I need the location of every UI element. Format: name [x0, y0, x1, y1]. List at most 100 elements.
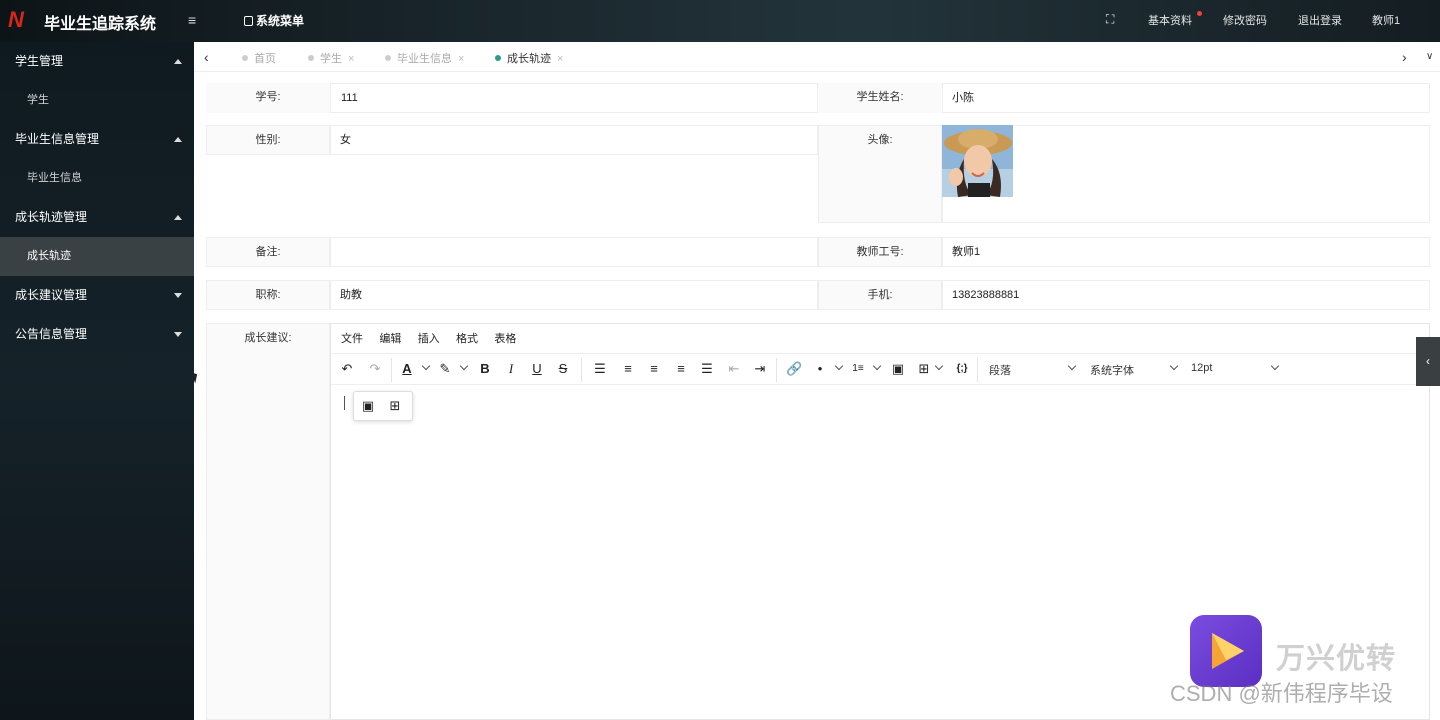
logout-link[interactable]: 退出登录 [1298, 12, 1342, 28]
link-icon[interactable]: 🔗 [786, 361, 802, 377]
sidebar-group-growth[interactable]: 成长轨迹管理 [0, 198, 194, 237]
tab-dot [242, 55, 248, 61]
code-sample-icon[interactable]: {;} [954, 361, 970, 377]
sidebar-group-student[interactable]: 学生管理 [0, 42, 194, 81]
teacher-no-field[interactable]: 教师1 [942, 237, 1430, 267]
chevron-down-icon[interactable] [421, 361, 431, 371]
table-icon[interactable]: ⊞ [916, 361, 932, 377]
editor-menu-format[interactable]: 格式 [456, 324, 478, 354]
image-icon[interactable]: ▣ [360, 398, 376, 414]
toolbar-divider [776, 358, 777, 382]
student-name-label: 学生姓名: [818, 83, 942, 113]
sidebar-group-label: 成长轨迹管理 [15, 210, 88, 224]
editor-menu-table[interactable]: 表格 [494, 324, 516, 354]
sidebar-group-notice[interactable]: 公告信息管理 [0, 315, 194, 354]
user-card-icon [244, 16, 253, 26]
redo-icon[interactable]: ↷ [367, 361, 383, 377]
system-menu-button[interactable]: 系统菜单 [244, 12, 304, 29]
indent-icon[interactable]: ⇥ [752, 361, 768, 377]
tab-bar: ‹ 首页 学生 × 毕业生信息 × 成长轨迹 × › ∨ [194, 42, 1440, 72]
phone-label: 手机: [818, 280, 942, 310]
align-center-icon[interactable]: ≡ [646, 361, 662, 377]
app-logo: N [8, 7, 24, 32]
strikethrough-icon[interactable]: S [555, 361, 571, 377]
numbered-list-icon[interactable]: 1≡ [850, 361, 866, 377]
avatar-cell [942, 125, 1430, 223]
caret-up-icon [174, 137, 182, 142]
avatar-image[interactable] [942, 125, 1013, 197]
student-no-field[interactable]: 111 [330, 83, 818, 113]
text-color-icon[interactable]: A [399, 361, 415, 377]
remark-label: 备注: [206, 237, 330, 267]
title-field[interactable]: 助教 [330, 280, 818, 310]
sidebar-group-suggestion[interactable]: 成长建议管理 [0, 276, 194, 315]
tab-student[interactable]: 学生 × [308, 50, 354, 66]
chevron-down-icon[interactable] [1270, 361, 1280, 371]
table-icon[interactable]: ⊞ [387, 398, 403, 414]
editor-toolbar: ↶ ↷ A ✎ B I U S ☰ ≡ ≡ ≡ ☰ ⇤ ⇥ 🔗 • 1≡ ▣ ⊞… [331, 354, 1429, 385]
gender-field[interactable]: 女 [330, 125, 818, 155]
line-height-icon[interactable]: ☰ [592, 361, 608, 377]
sidebar-item-growth-track[interactable]: 成长轨迹 [0, 237, 194, 276]
chevron-down-icon[interactable] [834, 361, 844, 371]
change-password-link[interactable]: 修改密码 [1223, 12, 1267, 28]
sidebar-item-graduate-info[interactable]: 毕业生信息 [0, 159, 194, 198]
editor-menu-edit[interactable]: 编辑 [379, 324, 401, 354]
student-no-label: 学号: [206, 83, 330, 113]
tab-home[interactable]: 首页 [242, 50, 276, 66]
gender-label: 性别: [206, 125, 330, 155]
tab-growth-track[interactable]: 成长轨迹 × [495, 50, 563, 66]
image-icon[interactable]: ▣ [890, 361, 906, 377]
editor-menu-insert[interactable]: 插入 [418, 324, 440, 354]
remark-field[interactable] [330, 237, 818, 267]
font-family-select[interactable]: 系统字体 [1090, 362, 1134, 378]
align-right-icon[interactable]: ≡ [673, 361, 689, 377]
bold-icon[interactable]: B [477, 361, 493, 377]
tab-label: 毕业生信息 [397, 53, 452, 65]
highlight-color-icon[interactable]: ✎ [437, 361, 453, 377]
chevron-left-icon: ‹ [1426, 354, 1430, 368]
block-format-select[interactable]: 段落 [989, 362, 1011, 378]
align-justify-icon[interactable]: ☰ [699, 361, 715, 377]
bullet-list-icon[interactable]: • [812, 361, 828, 377]
teacher-no-label: 教师工号: [818, 237, 942, 267]
caret-up-icon [174, 215, 182, 220]
chevron-down-icon[interactable] [1169, 361, 1179, 371]
system-menu-label: 系统菜单 [256, 14, 305, 28]
underline-icon[interactable]: U [529, 361, 545, 377]
undo-icon[interactable]: ↶ [339, 361, 355, 377]
sidebar-group-label: 毕业生信息管理 [15, 132, 100, 146]
sidebar-group-graduate[interactable]: 毕业生信息管理 [0, 120, 194, 159]
tab-graduate-info[interactable]: 毕业生信息 × [385, 50, 464, 66]
tab-scroll-right-icon[interactable]: › [1402, 49, 1407, 65]
toolbar-divider [977, 358, 978, 382]
toolbar-divider [581, 358, 582, 382]
tab-scroll-left-icon[interactable]: ‹ [204, 49, 209, 65]
phone-field[interactable]: 13823888881 [942, 280, 1430, 310]
chevron-down-icon[interactable] [1067, 361, 1077, 371]
align-left-icon[interactable]: ≡ [620, 361, 636, 377]
chevron-down-icon[interactable] [872, 361, 882, 371]
tab-dot [385, 55, 391, 61]
chevron-down-icon[interactable] [934, 361, 944, 371]
current-user[interactable]: 教师1 [1372, 12, 1400, 28]
close-icon[interactable]: × [348, 53, 354, 65]
italic-icon[interactable]: I [503, 361, 519, 377]
outdent-icon[interactable]: ⇤ [726, 361, 742, 377]
editor-menu-file[interactable]: 文件 [341, 324, 363, 354]
side-panel-toggle[interactable]: ‹ [1416, 337, 1440, 386]
sidebar-group-label: 学生管理 [15, 54, 64, 68]
sidebar-item-student[interactable]: 学生 [0, 81, 194, 120]
tab-menu-chevron-icon[interactable]: ∨ [1426, 51, 1433, 62]
close-icon[interactable]: × [557, 53, 563, 65]
menu-toggle-icon[interactable]: ≡ [188, 12, 196, 28]
notification-dot [1197, 11, 1202, 16]
font-size-select[interactable]: 12pt [1191, 362, 1212, 374]
text-caret [344, 396, 345, 410]
tab-label: 首页 [254, 53, 276, 65]
close-icon[interactable]: × [458, 53, 464, 65]
chevron-down-icon[interactable] [459, 361, 469, 371]
student-name-field[interactable]: 小陈 [942, 83, 1430, 113]
basic-info-link[interactable]: 基本资料 [1148, 12, 1192, 28]
fullscreen-icon[interactable]: ⛶ [1106, 12, 1114, 27]
